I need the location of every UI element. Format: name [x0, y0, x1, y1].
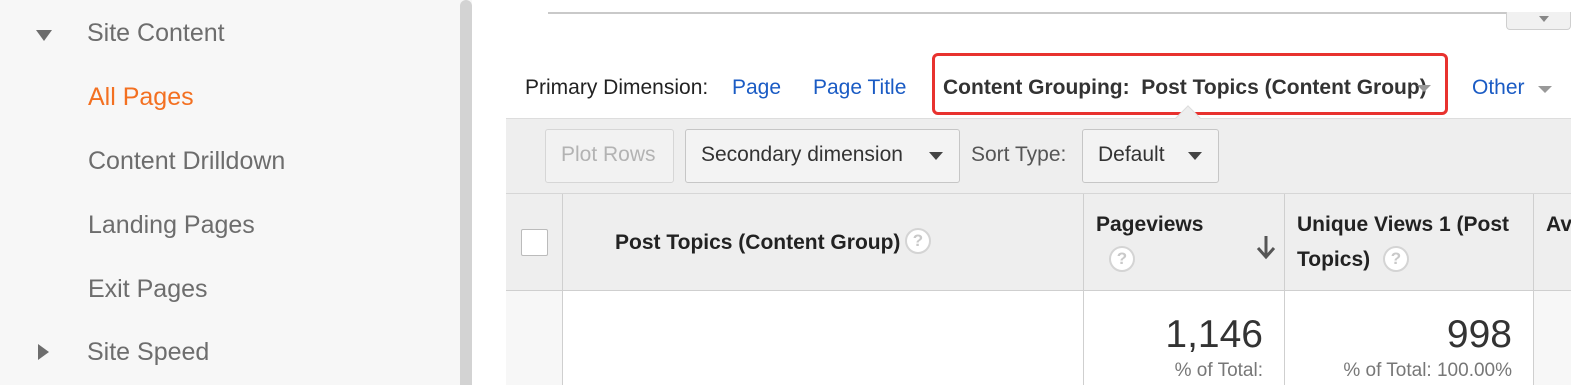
total-pageviews-percent: % of Total:	[1174, 360, 1263, 381]
sort-type-label: Sort Type:	[971, 143, 1067, 166]
total-unique-views-value: 998	[1446, 313, 1512, 356]
select-all-checkbox[interactable]	[521, 229, 548, 256]
dimension-other-link[interactable]: Other	[1472, 76, 1525, 100]
total-unique-views-percent: % of Total: 100.00%	[1343, 360, 1512, 381]
content-grouping-dropdown[interactable]: Content Grouping: Post Topics (Content G…	[932, 53, 1448, 115]
sidebar-section-site-content[interactable]: Site Content	[87, 19, 225, 48]
caret-down-icon	[1188, 152, 1202, 160]
caret-down-icon	[1417, 85, 1431, 92]
plot-rows-label: Plot Rows	[561, 143, 656, 166]
table-totals-row: 1,146 % of Total: 998 % of Total: 100.00…	[506, 291, 1571, 385]
sidebar-section-site-speed[interactable]: Site Speed	[87, 338, 209, 367]
sort-type-dropdown[interactable]: Default	[1082, 129, 1219, 183]
report-main: Primary Dimension: Page Page Title Conte…	[506, 0, 1571, 385]
column-header-unique-views[interactable]: Unique Views 1 (Post	[1297, 213, 1509, 237]
content-grouping-label: Content Grouping: Post Topics (Content G…	[943, 76, 1427, 99]
chart-axis-line	[548, 12, 1571, 14]
help-icon[interactable]: ?	[1109, 246, 1135, 272]
secondary-dimension-dropdown[interactable]: Secondary dimension	[685, 129, 960, 183]
dimension-page-link[interactable]: Page	[732, 76, 781, 100]
column-divider	[1533, 194, 1534, 385]
column-divider	[1083, 194, 1084, 385]
sidebar-divider	[472, 0, 506, 385]
primary-dimension-label: Primary Dimension:	[525, 76, 709, 99]
sidebar-scrollbar[interactable]	[460, 0, 472, 385]
totals-cell-pageviews: 1,146 % of Total:	[1084, 291, 1284, 385]
dimension-page-title-link[interactable]: Page Title	[813, 76, 906, 100]
sort-descending-icon[interactable]	[1255, 234, 1277, 260]
column-header-next-partial[interactable]: Av	[1546, 213, 1571, 237]
chart-menu-button[interactable]	[1506, 12, 1571, 30]
total-pageviews-value: 1,146	[1165, 313, 1263, 356]
table-toolbar: Plot Rows Secondary dimension Sort Type:…	[506, 105, 1571, 194]
column-header-content-group[interactable]: Post Topics (Content Group)	[615, 231, 900, 255]
caret-down-icon	[1538, 86, 1552, 93]
column-header-unique-views-line2: Topics)	[1297, 248, 1371, 271]
caret-down-icon	[929, 152, 943, 160]
help-icon[interactable]: ?	[905, 228, 931, 254]
plot-rows-button[interactable]: Plot Rows	[545, 129, 674, 183]
triangle-right-icon[interactable]	[38, 344, 49, 360]
column-header-pageviews[interactable]: Pageviews	[1096, 213, 1203, 237]
help-icon[interactable]: ?	[1383, 246, 1409, 272]
caret-down-icon	[1539, 16, 1549, 22]
sidebar-item-landing-pages[interactable]: Landing Pages	[88, 211, 255, 240]
column-divider	[1284, 194, 1285, 385]
column-divider	[562, 194, 563, 385]
primary-dimension-bar: Primary Dimension: Page Page Title Conte…	[506, 53, 1571, 118]
totals-cell-group	[563, 291, 1083, 385]
secondary-dimension-label: Secondary dimension	[701, 143, 903, 166]
sort-type-value: Default	[1098, 143, 1165, 166]
sidebar-item-all-pages[interactable]: All Pages	[88, 83, 194, 112]
triangle-down-icon[interactable]	[36, 30, 52, 41]
sidebar-item-exit-pages[interactable]: Exit Pages	[88, 275, 208, 304]
totals-cell-unique-views: 998 % of Total: 100.00%	[1285, 291, 1533, 385]
sidebar: Site Content All Pages Content Drilldown…	[0, 0, 472, 385]
table-header: Post Topics (Content Group) ? Pageviews …	[506, 194, 1571, 291]
sidebar-item-content-drilldown[interactable]: Content Drilldown	[88, 147, 285, 176]
